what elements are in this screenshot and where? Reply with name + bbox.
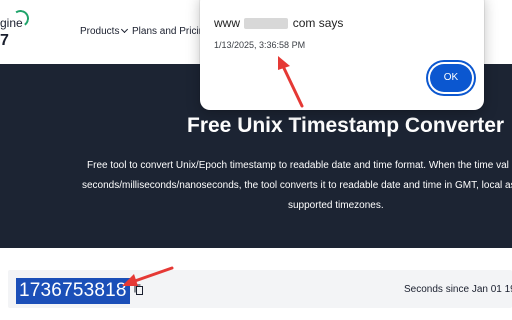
- nav-products[interactable]: Products: [80, 25, 129, 37]
- nav-plans-and-pricing[interactable]: Plans and Pricing: [132, 26, 210, 37]
- hero-description-line: seconds/milliseconds/nanoseconds, the to…: [82, 180, 512, 191]
- hero-description-line: supported timezones.: [288, 200, 384, 211]
- chevron-down-icon: [121, 25, 129, 34]
- logo-text-top: gine: [0, 16, 23, 30]
- alert-dialog: www com says 1/13/2025, 3:36:58 PM OK: [200, 0, 484, 110]
- timestamp-caption: Seconds since Jan 01 1970. (: [404, 284, 512, 295]
- logo-text-bottom: 7: [0, 32, 9, 49]
- dialog-origin-prefix: www: [214, 16, 240, 30]
- ok-button[interactable]: OK: [430, 64, 472, 92]
- annotation-arrow-icon: [278, 56, 304, 108]
- redacted-domain: [244, 18, 289, 30]
- nav-products-label: Products: [80, 26, 120, 37]
- site-logo[interactable]: gine 7: [0, 8, 40, 54]
- hero-description-line: Free tool to convert Unix/Epoch timestam…: [87, 160, 509, 171]
- page-title: Free Unix Timestamp Converter: [187, 114, 505, 137]
- annotation-arrow-icon: [122, 266, 174, 286]
- dialog-message: 1/13/2025, 3:36:58 PM: [214, 40, 306, 50]
- dialog-origin-suffix: com says: [292, 16, 344, 30]
- current-timestamp-row: 1736753818 Seconds since Jan 01 1970. (: [8, 270, 512, 308]
- dialog-origin: www com says: [214, 16, 343, 30]
- current-timestamp-value[interactable]: 1736753818: [16, 278, 130, 304]
- nav-pricing-label: Plans and Pricing: [132, 26, 210, 37]
